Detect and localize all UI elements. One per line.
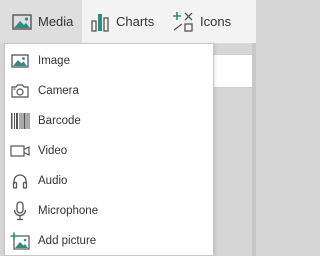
menu-item-audio[interactable]: Audio (5, 167, 213, 195)
menu-item-label: Camera (38, 85, 79, 97)
tab-charts-label: Charts (116, 14, 155, 29)
menu-item-image[interactable]: Image (5, 47, 213, 75)
image-icon (12, 13, 32, 30)
video-icon (9, 140, 31, 162)
add-picture-icon (9, 230, 31, 252)
media-dropdown-menu: Image Camera Barcode Video Audio Microph… (4, 43, 214, 256)
tab-media[interactable]: Media (0, 0, 82, 43)
menu-item-video[interactable]: Video (5, 137, 213, 165)
bar-chart-icon (91, 12, 109, 32)
tab-media-label: Media (38, 14, 74, 29)
menu-item-label: Barcode (38, 115, 81, 127)
menu-item-label: Video (38, 145, 68, 157)
menu-item-microphone[interactable]: Microphone (5, 197, 213, 225)
toolbar: Media Charts Icons (0, 0, 256, 44)
menu-item-barcode[interactable]: Barcode (5, 107, 213, 135)
menu-item-label: Microphone (38, 205, 99, 217)
menu-item-camera[interactable]: Camera (5, 77, 213, 105)
tab-icons-label: Icons (200, 14, 232, 29)
tab-icons[interactable]: Icons (172, 0, 231, 43)
menu-item-add-picture[interactable]: Add picture (5, 227, 213, 255)
menu-item-label: Add picture (38, 235, 97, 247)
menu-item-label: Audio (38, 175, 68, 187)
headphones-icon (9, 170, 31, 192)
barcode-icon (9, 110, 31, 132)
camera-icon (9, 80, 31, 102)
menu-item-label: Image (38, 55, 70, 67)
background-scroll-area (252, 43, 256, 256)
tab-charts[interactable]: Charts (91, 0, 154, 43)
background-panel (210, 54, 256, 88)
microphone-icon (9, 200, 31, 222)
image-icon (9, 50, 31, 72)
icons-icon (172, 11, 194, 33)
